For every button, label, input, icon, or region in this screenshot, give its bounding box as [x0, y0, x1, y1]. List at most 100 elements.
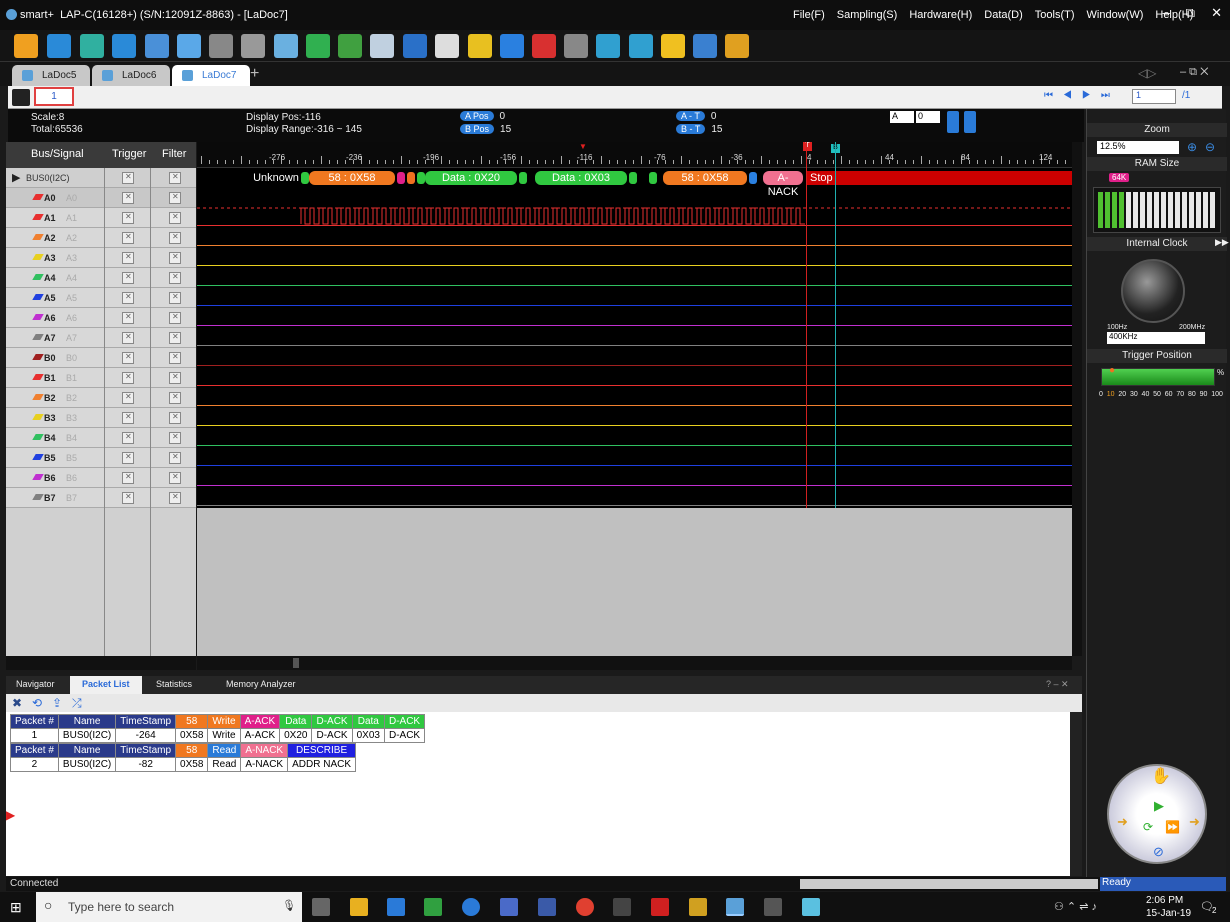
filter-box[interactable] [169, 312, 181, 324]
filter-box[interactable] [169, 252, 181, 264]
sync-icon[interactable]: ⟲ [32, 696, 42, 710]
restore-icon[interactable]: ⧉ [1186, 5, 1195, 21]
filter-box[interactable] [169, 332, 181, 344]
refresh-icon[interactable] [725, 34, 749, 58]
probe-icon[interactable] [209, 34, 233, 58]
packet-table-2[interactable]: Packet # Name TimeStamp 58 Read A-NACK DESCRIB… [10, 743, 357, 772]
hscroll-thumb[interactable] [293, 658, 299, 668]
trigger-handle[interactable]: ● [1109, 365, 1115, 376]
search-icon[interactable] [596, 34, 620, 58]
menu-data[interactable]: Data(D) [984, 9, 1023, 21]
film-icon[interactable] [435, 34, 459, 58]
filter-box[interactable] [169, 452, 181, 464]
add-tab-icon[interactable]: + [250, 65, 259, 83]
trigger-box[interactable] [122, 252, 134, 264]
decode-segment[interactable]: A-NACK [763, 171, 803, 198]
close-icon[interactable]: ✕ [1211, 5, 1222, 21]
page-tab[interactable]: 1 [34, 87, 74, 106]
trigger-box[interactable] [122, 432, 134, 444]
clock-select[interactable]: 400KHz [1107, 332, 1205, 344]
task-view-icon[interactable] [312, 898, 330, 916]
tab-ladoc6[interactable]: LaDoc6 [92, 65, 170, 86]
database-icon[interactable] [241, 34, 265, 58]
windows-start-icon[interactable]: ⊞ [10, 899, 22, 916]
goto-page-input[interactable]: 1 [1132, 89, 1176, 104]
clock-knob[interactable] [1121, 259, 1185, 323]
cursor-icon[interactable] [564, 34, 588, 58]
edge-icon[interactable] [462, 898, 480, 916]
trigger-position-slider[interactable] [1101, 368, 1215, 386]
ram-size-slider[interactable] [1093, 187, 1221, 233]
channel-row[interactable]: B7 B7 [6, 488, 196, 508]
file-explorer-icon[interactable] [350, 898, 368, 916]
packet-vscroll[interactable] [1070, 712, 1082, 876]
editor-icon[interactable] [424, 898, 442, 916]
menu-window[interactable]: Window(W) [1087, 9, 1144, 21]
trigger-box[interactable] [122, 372, 134, 384]
bus-row[interactable]: ▶ BUS0(I2C) [6, 168, 196, 188]
smart-app-icon[interactable] [726, 898, 744, 916]
channel-row[interactable]: A5 A5 [6, 288, 196, 308]
trigger-box[interactable] [122, 212, 134, 224]
marker-b-icon[interactable] [500, 34, 524, 58]
minimize-icon[interactable]: – [1163, 5, 1170, 21]
binary-icon[interactable] [693, 34, 717, 58]
packet-row[interactable]: 2 BUS0(I2C) -82 0X58 Read A-NACK ADDR NACK [10, 757, 357, 772]
channel-row[interactable]: A3 A3 [6, 248, 196, 268]
export-packet-icon[interactable]: ⇪ [52, 696, 62, 710]
bus-icon[interactable] [403, 34, 427, 58]
grid-icon[interactable] [274, 34, 298, 58]
tools-icon[interactable] [177, 34, 201, 58]
pdf-icon[interactable] [651, 898, 669, 916]
decode-segment[interactable]: Stop [806, 171, 1072, 185]
filter-box[interactable] [169, 172, 181, 184]
capture-icon[interactable] [145, 34, 169, 58]
channel-row[interactable]: A2 A2 [6, 228, 196, 248]
tablet-app-icon[interactable] [802, 898, 820, 916]
packet-table-1[interactable]: Packet # Name TimeStamp 58 Write A-ACK Data D-A… [10, 714, 426, 743]
trigger-box[interactable] [122, 472, 134, 484]
filter-box[interactable] [169, 432, 181, 444]
channel-row[interactable]: A7 A7 [6, 328, 196, 348]
fast-play-icon[interactable]: ⏩ [1165, 820, 1180, 834]
tab-nav-icon[interactable]: ◁▷ [1138, 66, 1156, 80]
pin-icon[interactable] [12, 89, 30, 106]
tab-ladoc5[interactable]: LaDoc5 [12, 65, 90, 86]
waveform-vscroll[interactable] [1072, 142, 1082, 656]
channel-row[interactable]: B6 B6 [6, 468, 196, 488]
trigger-box[interactable] [122, 172, 134, 184]
channel-row[interactable]: A6 A6 [6, 308, 196, 328]
powershell-icon[interactable] [538, 898, 556, 916]
taskbar-search[interactable]: ○ Type here to search 🎙 [36, 892, 302, 922]
channel-row[interactable]: B2 B2 [6, 388, 196, 408]
zoom-out-icon[interactable]: ⊖ [1205, 140, 1215, 154]
channel-row[interactable]: B5 B5 [6, 448, 196, 468]
trigger-box[interactable] [122, 452, 134, 464]
filter-box[interactable] [169, 352, 181, 364]
calculator-icon[interactable] [764, 898, 782, 916]
expand-clock-icon[interactable]: ▶▶ [1215, 237, 1229, 248]
export-icon[interactable] [338, 34, 362, 58]
save-all-icon[interactable] [80, 34, 104, 58]
zoom-select[interactable]: 12.5% [1097, 141, 1179, 154]
trigger-box[interactable] [122, 232, 134, 244]
left-arrow-icon[interactable]: ➜ [1117, 814, 1128, 830]
book-icon[interactable] [370, 34, 394, 58]
marker-drop-icon[interactable] [964, 111, 976, 133]
filter-box[interactable] [169, 232, 181, 244]
window-icon[interactable] [306, 34, 330, 58]
menu-hardware[interactable]: Hardware(H) [909, 9, 972, 21]
marker-select-a[interactable]: A [890, 111, 914, 123]
channel-row[interactable]: B4 B4 [6, 428, 196, 448]
filter-box[interactable] [169, 372, 181, 384]
play-icon[interactable]: ▶ [1154, 798, 1164, 814]
expand-icon[interactable]: ▶ [12, 171, 20, 184]
mic-icon[interactable]: 🎙 [282, 899, 296, 912]
decode-segment[interactable]: Data : 0X03 [535, 171, 627, 185]
waveform-view[interactable]: -276-236-196-156-116-76-3644484124 T B ▼… [197, 142, 1072, 508]
page-nav-icons[interactable]: ⏮◀▶⏭ [1044, 90, 1120, 101]
tab-memory-analyzer[interactable]: Memory Analyzer [226, 679, 296, 689]
tray-icons[interactable]: ⚇ ⌃ ⇌ ♪ [1054, 900, 1097, 913]
trigger-box[interactable] [122, 292, 134, 304]
filter-box[interactable] [169, 272, 181, 284]
